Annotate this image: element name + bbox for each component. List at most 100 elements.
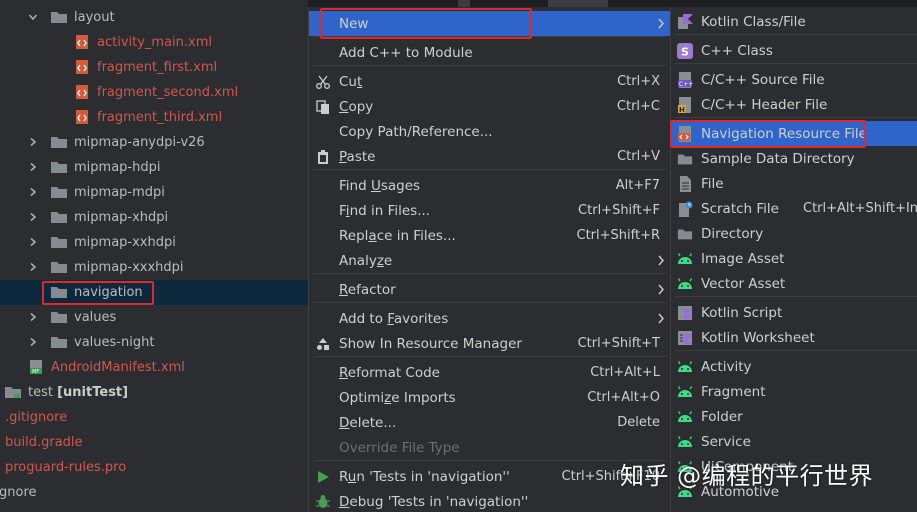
menu-item-new[interactable]: New [309, 11, 671, 36]
tree-item-fragment-second-xml[interactable]: fragment_second.xml [0, 80, 308, 105]
tree-item-label: mipmap-xhdpi [74, 210, 169, 225]
menu-item-find-usages[interactable]: Find Usages Alt+F7 [309, 173, 671, 198]
menu-item-label: Copy [339, 98, 374, 115]
chevron-right-icon[interactable] [28, 262, 38, 272]
tree-item-mipmap-mdpi[interactable]: mipmap-mdpi [0, 180, 308, 205]
tree-item-mipmap-xxhdpi[interactable]: mipmap-xxhdpi [0, 230, 308, 255]
run-icon [314, 468, 331, 485]
tree-item-values[interactable]: values [0, 305, 308, 330]
submenu-item-label: Fragment [701, 383, 766, 400]
menu-item-refactor[interactable]: Refactor [309, 277, 671, 302]
tree-item-label: AndroidManifest.xml [51, 360, 185, 375]
menu-separator [313, 169, 666, 170]
tree-item-test-unittest[interactable]: test [unitTest] [0, 380, 308, 405]
tree-item-layout[interactable]: layout [0, 5, 308, 30]
folder-icon [50, 260, 68, 274]
tree-item-navigation[interactable]: navigation [0, 280, 308, 305]
tree-item-mipmap-xhdpi[interactable]: mipmap-xhdpi [0, 205, 308, 230]
tree-item-label: test [28, 385, 53, 400]
tree-item-label: fragment_first.xml [97, 60, 218, 75]
submenu-arrow-icon [658, 255, 664, 266]
menu-item-cut[interactable]: Cut Ctrl+X [309, 69, 671, 94]
menu-item-replace-in-files[interactable]: Replace in Files... Ctrl+Shift+R [309, 223, 671, 248]
submenu-item-navigation-resource-file[interactable]: Navigation Resource File [671, 121, 917, 146]
menu-item-debug-tests-in-navigation[interactable]: Debug 'Tests in 'navigation'' [309, 489, 671, 512]
tree-item-fragment-first-xml[interactable]: fragment_first.xml [0, 55, 308, 80]
submenu-item-image-asset[interactable]: Image Asset [671, 246, 917, 271]
tree-item-gitignore[interactable]: .gitignore [0, 405, 308, 430]
tree-item-values-night[interactable]: values-night [0, 330, 308, 355]
folder-icon [676, 150, 693, 167]
scratch-file-icon [676, 200, 693, 217]
tree-item-activity-main-xml[interactable]: activity_main.xml [0, 30, 308, 55]
submenu-item-c-c-header-file[interactable]: H C/C++ Header File [671, 92, 917, 117]
svg-text:MF: MF [32, 369, 39, 374]
chevron-down-icon[interactable] [28, 12, 38, 22]
chevron-right-icon[interactable] [28, 337, 38, 347]
tree-item-label: navigation [74, 285, 143, 300]
tree-item-gnore[interactable]: gnore [0, 480, 308, 505]
resource-manager-icon [314, 335, 331, 352]
submenu-item-kotlin-class-file[interactable]: Kotlin Class/File [671, 9, 917, 34]
new-submenu: Kotlin Class/File S C++ Class C++ C/C++ Sour… [670, 7, 917, 512]
editor-tab-edge [458, 0, 470, 7]
chevron-right-icon[interactable] [28, 162, 38, 172]
tree-item-label: mipmap-mdpi [74, 185, 165, 200]
submenu-item-c-c-source-file[interactable]: C++ C/C++ Source File [671, 67, 917, 92]
menu-item-copy[interactable]: Copy Ctrl+C [309, 94, 671, 119]
menu-separator [313, 65, 666, 66]
submenu-item-c-class[interactable]: S C++ Class [671, 38, 917, 63]
submenu-item-label: Kotlin Script [701, 304, 783, 321]
submenu-item-fragment[interactable]: Fragment [671, 379, 917, 404]
submenu-item-kotlin-script[interactable]: Kotlin Script [671, 300, 917, 325]
tree-item-build-gradle[interactable]: build.gradle [0, 430, 308, 455]
tree-item-mipmap-hdpi[interactable]: mipmap-hdpi [0, 155, 308, 180]
xml-file-icon [74, 85, 92, 99]
chevron-right-icon[interactable] [28, 237, 38, 247]
menu-separator [675, 34, 917, 35]
menu-item-shortcut: Ctrl+Alt+L [590, 365, 660, 380]
tree-item-mipmap-xxxhdpi[interactable]: mipmap-xxxhdpi [0, 255, 308, 280]
submenu-item-directory[interactable]: Directory [671, 221, 917, 246]
chevron-right-icon[interactable] [28, 187, 38, 197]
menu-item-optimize-imports[interactable]: Optimize Imports Ctrl+Alt+O [309, 385, 671, 410]
submenu-item-folder[interactable]: Folder [671, 404, 917, 429]
tree-item-fragment-third-xml[interactable]: fragment_third.xml [0, 105, 308, 130]
menu-item-paste[interactable]: Paste Ctrl+V [309, 144, 671, 169]
tree-item-proguard-rules-pro[interactable]: proguard-rules.pro [0, 455, 308, 480]
menu-item-add-to-favorites[interactable]: Add to Favorites [309, 306, 671, 331]
submenu-item-sample-data-directory[interactable]: Sample Data Directory [671, 146, 917, 171]
menu-item-shortcut: Ctrl+Shift+T [577, 336, 660, 351]
tree-item-label: build.gradle [5, 435, 83, 450]
submenu-item-activity[interactable]: Activity [671, 354, 917, 379]
menu-item-delete[interactable]: Delete... Delete [309, 410, 671, 435]
submenu-item-kotlin-worksheet[interactable]: Kotlin Worksheet [671, 325, 917, 350]
submenu-item-file[interactable]: File [671, 171, 917, 196]
menu-item-add-c-to-module[interactable]: Add C++ to Module [309, 40, 671, 65]
menu-item-label: Show In Resource Manager [339, 335, 522, 352]
tree-item-mipmap-anydpi-v26[interactable]: mipmap-anydpi-v26 [0, 130, 308, 155]
folder-icon [50, 135, 68, 149]
menu-item-shortcut: Ctrl+Shift+R [576, 228, 661, 243]
menu-item-run-tests-in-navigation[interactable]: Run 'Tests in 'navigation'' Ctrl+Shift+F1… [309, 464, 671, 489]
menu-item-label: Debug 'Tests in 'navigation'' [339, 493, 529, 510]
android-icon [676, 275, 693, 292]
menu-item-reformat-code[interactable]: Reformat Code Ctrl+Alt+L [309, 360, 671, 385]
submenu-arrow-icon [658, 313, 664, 324]
folder-icon [50, 185, 68, 199]
menu-separator [675, 117, 917, 118]
menu-item-analyze[interactable]: Analyze [309, 248, 671, 273]
xml-file-icon [74, 35, 92, 49]
submenu-item-vector-asset[interactable]: Vector Asset [671, 271, 917, 296]
menu-item-find-in-files[interactable]: Find in Files... Ctrl+Shift+F [309, 198, 671, 223]
submenu-item-scratch-file[interactable]: Scratch File Ctrl+Alt+Shift+Ins [671, 196, 917, 221]
chevron-right-icon[interactable] [28, 212, 38, 222]
chevron-right-icon[interactable] [28, 137, 38, 147]
submenu-item-service[interactable]: Service [671, 429, 917, 454]
menu-item-show-in-resource-manager[interactable]: Show In Resource Manager Ctrl+Shift+T [309, 331, 671, 356]
menu-item-copy-path-reference[interactable]: Copy Path/Reference... [309, 119, 671, 144]
submenu-item-label: Navigation Resource File [701, 125, 867, 142]
chevron-right-icon[interactable] [28, 312, 38, 322]
tree-item-androidmanifest-xml[interactable]: MF AndroidManifest.xml [0, 355, 308, 380]
tree-item-label: values [74, 310, 117, 325]
